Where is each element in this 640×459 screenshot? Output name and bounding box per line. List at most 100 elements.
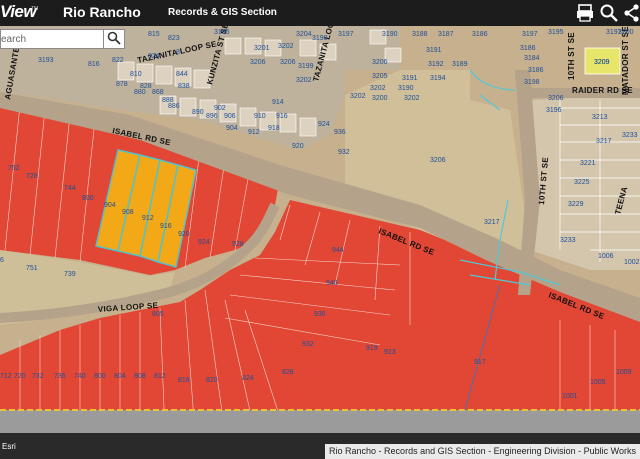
svg-text:3205: 3205 (372, 73, 388, 80)
svg-text:1005: 1005 (590, 379, 606, 386)
svg-text:804: 804 (114, 373, 126, 380)
svg-text:720: 720 (14, 373, 26, 380)
svg-text:815: 815 (148, 31, 160, 38)
svg-text:3187: 3187 (438, 31, 454, 38)
svg-text:908: 908 (122, 209, 134, 216)
brand-logo: View (0, 2, 37, 21)
svg-text:752: 752 (8, 165, 20, 172)
svg-text:3191: 3191 (402, 75, 418, 82)
svg-text:912: 912 (248, 129, 260, 136)
svg-text:805: 805 (152, 311, 164, 318)
road-label-matador: MATADOR ST SE (621, 26, 630, 95)
city-title: Rio Rancho (63, 4, 141, 20)
svg-text:880: 880 (134, 89, 146, 96)
svg-text:916: 916 (276, 113, 288, 120)
svg-text:3189: 3189 (452, 61, 468, 68)
svg-text:924: 924 (198, 239, 210, 246)
svg-text:3206: 3206 (430, 157, 446, 164)
svg-text:800: 800 (94, 373, 106, 380)
svg-text:3193: 3193 (38, 57, 54, 64)
map-canvas[interactable]: TAZANITA LOOP SE KUNZITA ST SE TAZANITA … (0, 26, 640, 433)
svg-text:920: 920 (292, 143, 304, 150)
svg-text:3184: 3184 (524, 55, 540, 62)
svg-text:1001: 1001 (562, 393, 578, 400)
southern-road (0, 410, 640, 433)
svg-text:940: 940 (326, 280, 338, 287)
svg-text:822: 822 (112, 57, 124, 64)
share-icon[interactable] (622, 3, 640, 23)
svg-text:3201: 3201 (254, 45, 270, 52)
section-title: Records & GIS Section (168, 7, 277, 18)
svg-text:739: 739 (64, 271, 76, 278)
svg-text:1009: 1009 (616, 369, 632, 376)
svg-text:728: 728 (26, 173, 38, 180)
svg-text:1002: 1002 (624, 259, 640, 266)
svg-text:3206: 3206 (548, 95, 564, 102)
svg-text:844: 844 (176, 71, 188, 78)
map-view[interactable]: TAZANITA LOOP SE KUNZITA ST SE TAZANITA … (0, 26, 640, 433)
svg-text:744: 744 (64, 185, 76, 192)
svg-text:3190: 3190 (398, 85, 414, 92)
svg-text:3192: 3192 (428, 61, 444, 68)
svg-text:919: 919 (366, 345, 378, 352)
svg-text:3188: 3188 (412, 31, 428, 38)
search-button[interactable] (103, 29, 125, 49)
svg-text:924: 924 (318, 121, 330, 128)
svg-text:3190: 3190 (382, 31, 398, 38)
svg-text:914: 914 (272, 99, 284, 106)
svg-text:3200: 3200 (618, 29, 634, 36)
svg-text:736: 736 (54, 373, 66, 380)
svg-text:920: 920 (178, 231, 190, 238)
svg-text:751: 751 (26, 265, 38, 272)
svg-text:878: 878 (116, 81, 128, 88)
svg-text:3202: 3202 (278, 43, 294, 50)
svg-text:712: 712 (0, 373, 12, 380)
esri-credit: Esri (2, 442, 16, 451)
svg-text:3199: 3199 (298, 63, 314, 70)
svg-text:816: 816 (178, 377, 190, 384)
print-icon[interactable] (575, 3, 595, 23)
svg-text:824: 824 (148, 53, 160, 60)
svg-text:808: 808 (134, 373, 146, 380)
svg-text:918: 918 (268, 125, 280, 132)
svg-text:3186: 3186 (520, 45, 536, 52)
svg-text:3202: 3202 (296, 77, 312, 84)
svg-text:3191: 3191 (426, 47, 442, 54)
svg-text:3197: 3197 (522, 31, 538, 38)
svg-text:828: 828 (282, 369, 294, 376)
svg-text:740: 740 (74, 373, 86, 380)
svg-text:3217: 3217 (596, 138, 612, 145)
svg-text:902: 902 (214, 105, 226, 112)
svg-text:3200: 3200 (372, 95, 388, 102)
svg-text:3186: 3186 (472, 31, 488, 38)
svg-text:812: 812 (154, 373, 166, 380)
svg-text:816: 816 (88, 61, 100, 68)
road-label-10th-n: 10TH ST SE (567, 32, 576, 80)
brand-trademark: TM (31, 6, 39, 12)
svg-text:3204: 3204 (296, 31, 312, 38)
svg-text:3190: 3190 (312, 35, 328, 42)
svg-text:8: 8 (176, 49, 180, 56)
search-input[interactable] (0, 29, 103, 49)
svg-text:820: 820 (206, 377, 218, 384)
svg-text:904: 904 (226, 125, 238, 132)
svg-text:1006: 1006 (598, 253, 614, 260)
svg-text:932: 932 (302, 341, 314, 348)
svg-text:3186: 3186 (528, 67, 544, 74)
svg-text:732: 732 (32, 373, 44, 380)
svg-text:936: 936 (314, 311, 326, 318)
svg-text:824: 824 (242, 375, 254, 382)
svg-text:906: 906 (224, 113, 236, 120)
app-header: View TM Rio Rancho Records & GIS Section (0, 0, 640, 26)
svg-text:810: 810 (130, 71, 142, 78)
svg-text:3217: 3217 (484, 219, 500, 226)
svg-text:3195: 3195 (214, 29, 230, 36)
svg-text:3198: 3198 (524, 79, 540, 86)
svg-text:904: 904 (104, 202, 116, 209)
svg-text:890: 890 (192, 109, 204, 116)
svg-text:3196: 3196 (546, 107, 562, 114)
svg-text:936: 936 (334, 129, 346, 136)
search-icon[interactable] (599, 3, 619, 23)
svg-text:3202: 3202 (404, 95, 420, 102)
svg-text:917: 917 (474, 359, 486, 366)
